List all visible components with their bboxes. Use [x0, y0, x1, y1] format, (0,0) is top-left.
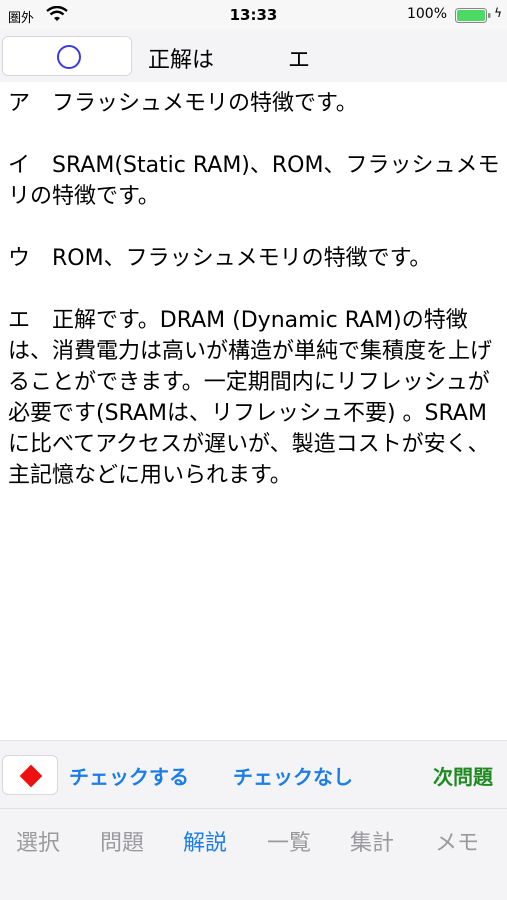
tab-explanation[interactable]: 解説 — [183, 825, 227, 857]
tab-memo[interactable]: メモ — [435, 825, 479, 857]
answer-label: 正解は — [148, 48, 215, 73]
battery-percent: 100% — [406, 6, 447, 22]
battery-icon — [455, 8, 491, 23]
explanation-paragraph-e: エ 正解です。DRAM (Dynamic RAM)の特徴は、消費電力は高いが構造… — [8, 308, 493, 488]
uncheck-button[interactable]: チェックなし — [233, 761, 353, 790]
explanation-paragraph-a: ア フラッシュメモリの特徴です。 — [8, 91, 358, 116]
tab-list[interactable]: 一覧 — [267, 825, 311, 857]
home-indicator-area — [0, 870, 507, 900]
flag-toggle[interactable] — [2, 755, 58, 795]
action-bar: チェックする チェックなし 次問題 — [0, 740, 507, 808]
answer-header: 正解は エ — [0, 30, 507, 82]
answer-value: エ — [288, 48, 311, 73]
next-question-button[interactable]: 次問題 — [433, 761, 493, 790]
tab-select[interactable]: 選択 — [16, 825, 60, 857]
explanation-text: ア フラッシュメモリの特徴です。 イ SRAM(Static RAM)、ROM、… — [8, 88, 502, 522]
explanation-paragraph-u: ウ ROM、フラッシュメモリの特徴です。 — [8, 246, 432, 271]
tab-question[interactable]: 問題 — [100, 825, 144, 857]
explanation-paragraph-i: イ SRAM(Static RAM)、ROM、フラッシュメモリの特徴です。 — [8, 153, 500, 209]
charging-icon: ϟ — [494, 6, 502, 20]
status-bar: 圏外 13:33 100% ϟ — [0, 0, 507, 30]
result-mark-box[interactable] — [2, 36, 132, 76]
check-button[interactable]: チェックする — [69, 761, 189, 790]
tab-summary[interactable]: 集計 — [350, 825, 394, 857]
diamond-icon — [19, 764, 43, 788]
circle-icon — [57, 45, 81, 69]
tab-bar: 選択 問題 解説 一覧 集計 メモ — [0, 808, 507, 870]
